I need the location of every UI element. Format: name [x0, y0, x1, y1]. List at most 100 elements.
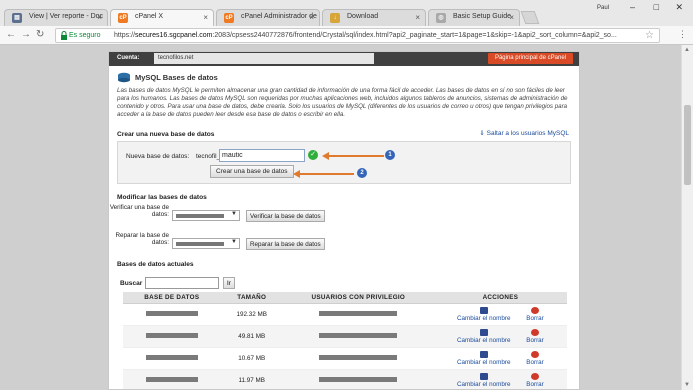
delete-icon: [531, 351, 540, 358]
cpanel-icon: cP: [118, 13, 128, 23]
search-go-button[interactable]: Ir: [223, 277, 235, 289]
delete-action[interactable]: Borrar: [526, 329, 544, 344]
secure-label: Es seguro: [69, 32, 101, 39]
tab-basic-setup[interactable]: ◎ Basic Setup Guide ×: [428, 9, 520, 26]
new-db-input[interactable]: [219, 149, 305, 162]
minimize-icon[interactable]: –: [630, 2, 635, 12]
create-section-title: Crear una nueva base de datos: [117, 131, 215, 138]
annotation-arrowhead-2: [293, 170, 300, 178]
account-domain: tecnofilos.net: [154, 53, 374, 64]
delete-action[interactable]: Borrar: [526, 373, 544, 388]
reload-icon[interactable]: ↻: [36, 29, 44, 40]
create-database-button[interactable]: Crear una base de datos: [210, 165, 294, 178]
close-icon[interactable]: ×: [415, 13, 420, 22]
redacted-db-name: [145, 333, 198, 338]
search-label: Buscar: [120, 280, 143, 287]
databases-table: Base de datos Tamaño Usuarios con privil…: [123, 292, 567, 389]
column-header: Tamaño: [220, 292, 283, 304]
valid-check-icon: ✓: [308, 150, 318, 160]
search-input[interactable]: [145, 277, 219, 289]
db-size: 192.32 MB: [220, 303, 283, 326]
new-tab-button[interactable]: [520, 11, 540, 24]
cpanel-home-button[interactable]: Página principal de cPanel: [487, 53, 573, 64]
column-header: Acciones: [433, 292, 567, 304]
download-icon: ↓: [330, 13, 340, 23]
redacted-db-name: [145, 377, 198, 382]
profile-name[interactable]: Paul: [597, 5, 609, 11]
cpanel-icon: cP: [224, 13, 234, 23]
tab-view-report[interactable]: ▤ View | Ver reporte - Doc ×: [4, 9, 108, 26]
rename-icon: [479, 307, 488, 314]
tab-cpanel-admin[interactable]: cP cPanel Administrador de ×: [216, 9, 320, 26]
table-row: 11.97 MB Cambiar el nombre Borrar: [123, 369, 567, 389]
browser-menu-icon[interactable]: ⋮: [678, 29, 687, 40]
annotation-badge-1: 1: [385, 150, 395, 160]
delete-icon: [531, 307, 540, 314]
lock-icon: [61, 31, 67, 40]
page-title: MySQL Bases de datos: [135, 73, 218, 82]
annotation-arrow-1: [328, 155, 384, 157]
rename-icon: [479, 329, 488, 336]
address-bar: ← → ↻ Es seguro https://secures16.sgcpan…: [0, 26, 693, 45]
page-scrollbar[interactable]: ▲ ▼: [681, 45, 693, 390]
delete-icon: [531, 329, 540, 336]
chevron-down-icon: ▼: [231, 239, 237, 245]
check-db-button[interactable]: Verificar la base de datos: [246, 210, 325, 222]
create-database-form: Nueva base de datos: tecnofil_ ✓ Crear u…: [117, 141, 571, 184]
annotation-badge-2: 2: [357, 168, 367, 178]
cpanel-page: Cuenta: tecnofilos.net Página principal …: [108, 51, 580, 390]
tab-label: View | Ver reporte - Doc: [29, 13, 104, 20]
tab-download[interactable]: ↓ Download ×: [322, 9, 426, 26]
scroll-thumb[interactable]: [684, 105, 691, 185]
scroll-up-icon[interactable]: ▲: [684, 47, 690, 53]
close-icon[interactable]: ×: [509, 13, 514, 22]
browser-tab-strip: ▤ View | Ver reporte - Doc × cP cPanel X…: [0, 0, 693, 26]
redacted-users: [319, 355, 398, 360]
tab-cpanel-x[interactable]: cP cPanel X ×: [110, 9, 214, 26]
annotation-arrow-2: [299, 173, 354, 175]
rename-icon: [479, 351, 488, 358]
window-close-icon[interactable]: ✕: [675, 2, 683, 13]
db-size: 10.67 MB: [220, 347, 283, 370]
repair-db-button[interactable]: Reparar la base de datos: [246, 238, 325, 250]
delete-action[interactable]: Borrar: [526, 351, 544, 366]
bookmark-star-icon[interactable]: ☆: [645, 30, 654, 41]
redacted-users: [319, 311, 398, 316]
back-icon[interactable]: ←: [6, 29, 16, 40]
close-icon[interactable]: ×: [203, 13, 208, 22]
account-label: Cuenta:: [117, 55, 140, 61]
url-text: https://secures16.sgcpanel.com:2083/cpse…: [114, 32, 617, 39]
redacted-users: [319, 377, 398, 382]
rename-action[interactable]: Cambiar el nombre: [457, 307, 511, 322]
rename-action[interactable]: Cambiar el nombre: [457, 329, 511, 344]
document-icon: ▤: [12, 13, 22, 23]
close-icon[interactable]: ×: [309, 13, 314, 22]
delete-action[interactable]: Borrar: [526, 307, 544, 322]
repair-db-select[interactable]: ▼: [172, 238, 240, 249]
rename-action[interactable]: Cambiar el nombre: [457, 351, 511, 366]
check-db-select[interactable]: ▼: [172, 210, 240, 221]
maximize-icon[interactable]: □: [654, 2, 659, 12]
forward-icon[interactable]: →: [21, 29, 31, 40]
tab-label: cPanel X: [135, 13, 164, 20]
rename-action[interactable]: Cambiar el nombre: [457, 373, 511, 388]
rename-icon: [479, 373, 488, 380]
scroll-down-icon[interactable]: ▼: [684, 382, 690, 388]
tab-label: Download: [347, 13, 379, 20]
jump-mysql-users-link[interactable]: ⇓ Saltar a los usuarios MySQL: [479, 129, 569, 137]
column-header: Usuarios con privilegio: [282, 292, 434, 304]
redacted-db-name: [145, 311, 198, 316]
repair-db-label: Reparar la base de datos:: [115, 232, 169, 246]
redacted-value: [176, 242, 224, 246]
redacted-db-name: [145, 355, 198, 360]
url-field[interactable]: Es seguro https://secures16.sgcpanel.com…: [55, 28, 660, 43]
mysql-icon: [118, 72, 130, 83]
tab-label: cPanel Administrador de: [241, 13, 317, 20]
db-size: 11.97 MB: [220, 369, 283, 389]
table-row: 192.32 MB Cambiar el nombre Borrar: [123, 303, 567, 326]
page-icon: ◎: [436, 13, 446, 23]
close-icon[interactable]: ×: [97, 13, 102, 22]
account-bar: Cuenta: tecnofilos.net Página principal …: [109, 52, 579, 66]
table-row: 49.81 MB Cambiar el nombre Borrar: [123, 325, 567, 348]
tab-label: Basic Setup Guide: [453, 13, 511, 20]
